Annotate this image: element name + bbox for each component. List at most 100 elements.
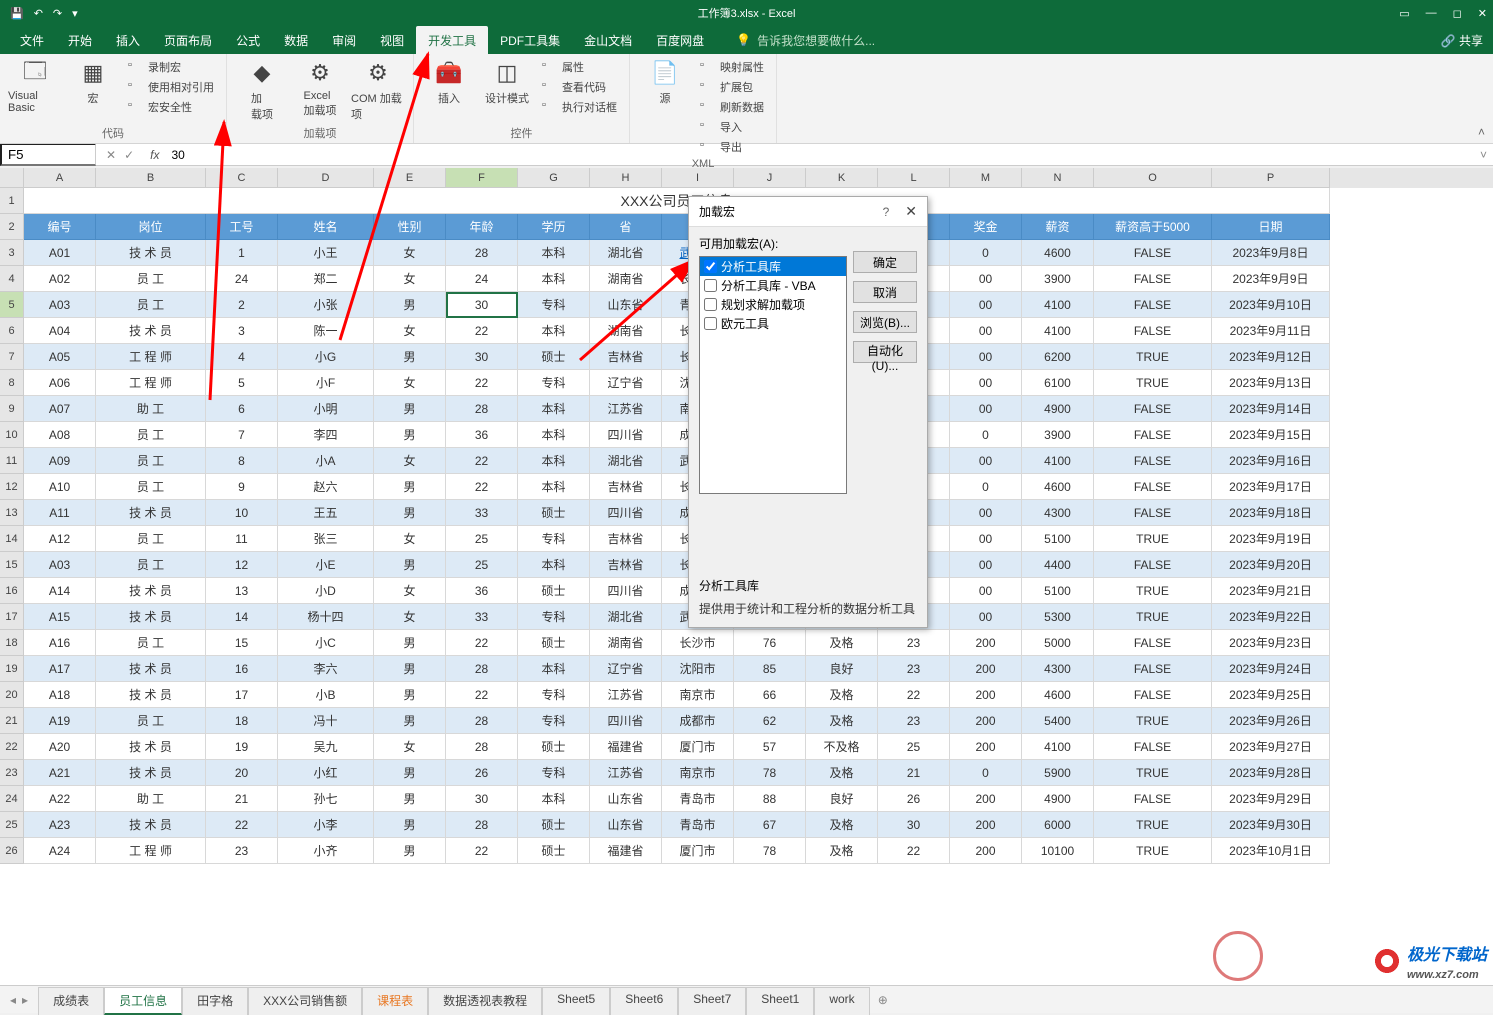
cell[interactable]: 员 工 — [96, 266, 206, 292]
cell[interactable]: 工 程 师 — [96, 344, 206, 370]
cell[interactable]: FALSE — [1094, 656, 1212, 682]
row-header[interactable]: 4 — [0, 266, 24, 292]
cell[interactable]: 吴九 — [278, 734, 374, 760]
cell[interactable]: 技 术 员 — [96, 812, 206, 838]
cell[interactable]: 小B — [278, 682, 374, 708]
fx-icon[interactable]: fx — [144, 148, 165, 162]
cell[interactable]: FALSE — [1094, 292, 1212, 318]
ribbon-source-button[interactable]: 📄源 — [638, 58, 692, 106]
addin-checkbox[interactable] — [704, 317, 717, 330]
ribbon-导入-button[interactable]: ▫导入 — [696, 118, 768, 136]
cell[interactable]: 200 — [950, 734, 1022, 760]
cell[interactable]: 30 — [878, 812, 950, 838]
column-header-E[interactable]: E — [374, 168, 446, 188]
cell[interactable]: A17 — [24, 656, 96, 682]
cell[interactable]: 本科 — [518, 266, 590, 292]
cell[interactable]: 硕士 — [518, 734, 590, 760]
ribbon-宏安全性-button[interactable]: ▫宏安全性 — [124, 98, 218, 116]
cell[interactable]: FALSE — [1094, 786, 1212, 812]
cell[interactable]: 5000 — [1022, 630, 1094, 656]
dialog-确定-button[interactable]: 确定 — [853, 251, 917, 273]
cell[interactable]: A16 — [24, 630, 96, 656]
menu-tab-审阅[interactable]: 审阅 — [320, 26, 368, 55]
addins-listbox[interactable]: 分析工具库分析工具库 - VBA规划求解加载项欧元工具 — [699, 256, 847, 494]
cell[interactable]: 2023年9月18日 — [1212, 500, 1330, 526]
cell[interactable]: 23 — [878, 630, 950, 656]
cell[interactable]: 四川省 — [590, 422, 662, 448]
cell[interactable]: 员 工 — [96, 552, 206, 578]
column-header-D[interactable]: D — [278, 168, 374, 188]
cell[interactable]: 技 术 员 — [96, 604, 206, 630]
row-header[interactable]: 17 — [0, 604, 24, 630]
cell[interactable]: 36 — [446, 422, 518, 448]
row-header[interactable]: 16 — [0, 578, 24, 604]
tell-me-text[interactable]: 告诉我您想要做什么... — [757, 32, 875, 49]
cell[interactable]: FALSE — [1094, 396, 1212, 422]
cell[interactable]: 2023年9月19日 — [1212, 526, 1330, 552]
cell[interactable]: TRUE — [1094, 578, 1212, 604]
cell[interactable]: 女 — [374, 448, 446, 474]
cell[interactable]: 赵六 — [278, 474, 374, 500]
cell[interactable]: 青岛市 — [662, 786, 734, 812]
cell[interactable]: 3900 — [1022, 422, 1094, 448]
cell[interactable]: 28 — [446, 812, 518, 838]
ribbon-insert-ctrl-button[interactable]: 🧰插入 — [422, 58, 476, 106]
cell[interactable]: 成都市 — [662, 708, 734, 734]
cell[interactable]: 陈一 — [278, 318, 374, 344]
cell[interactable]: 小张 — [278, 292, 374, 318]
cell[interactable]: 4400 — [1022, 552, 1094, 578]
cell[interactable]: 2023年9月16日 — [1212, 448, 1330, 474]
row-header[interactable]: 25 — [0, 812, 24, 838]
cell[interactable]: 4600 — [1022, 240, 1094, 266]
cell[interactable]: 24 — [206, 266, 278, 292]
cell[interactable]: 00 — [950, 396, 1022, 422]
cell[interactable]: 00 — [950, 266, 1022, 292]
cell[interactable]: 小明 — [278, 396, 374, 422]
menu-tab-开始[interactable]: 开始 — [56, 26, 104, 55]
cell[interactable]: FALSE — [1094, 500, 1212, 526]
cell[interactable]: 助 工 — [96, 396, 206, 422]
column-header-M[interactable]: M — [950, 168, 1022, 188]
menu-tab-页面布局[interactable]: 页面布局 — [152, 26, 224, 55]
cell[interactable]: 2023年9月14日 — [1212, 396, 1330, 422]
cell[interactable]: A05 — [24, 344, 96, 370]
column-header-G[interactable]: G — [518, 168, 590, 188]
cell[interactable]: 小G — [278, 344, 374, 370]
cell[interactable]: 4600 — [1022, 682, 1094, 708]
column-header-P[interactable]: P — [1212, 168, 1330, 188]
cell[interactable]: 19 — [206, 734, 278, 760]
row-header[interactable]: 13 — [0, 500, 24, 526]
cell[interactable]: 良好 — [806, 786, 878, 812]
cell[interactable]: FALSE — [1094, 474, 1212, 500]
cell[interactable]: 男 — [374, 630, 446, 656]
cell[interactable]: 22 — [446, 318, 518, 344]
cell[interactable]: 2023年9月9日 — [1212, 266, 1330, 292]
cell[interactable]: A18 — [24, 682, 96, 708]
cell[interactable]: 本科 — [518, 422, 590, 448]
cell[interactable]: 本科 — [518, 448, 590, 474]
cell[interactable]: 200 — [950, 630, 1022, 656]
row-header[interactable]: 6 — [0, 318, 24, 344]
cell[interactable]: 及格 — [806, 838, 878, 864]
cell[interactable]: 4100 — [1022, 292, 1094, 318]
cell[interactable]: 性别 — [374, 214, 446, 240]
cell[interactable]: 辽宁省 — [590, 370, 662, 396]
cell[interactable]: TRUE — [1094, 708, 1212, 734]
save-icon[interactable]: 💾 — [10, 7, 24, 20]
cell[interactable]: 18 — [206, 708, 278, 734]
cell[interactable]: 江苏省 — [590, 396, 662, 422]
ribbon-options-icon[interactable]: ▭ — [1399, 7, 1409, 20]
cell[interactable]: 湖南省 — [590, 318, 662, 344]
cell[interactable]: 吉林省 — [590, 344, 662, 370]
row-header[interactable]: 2 — [0, 214, 24, 240]
cell[interactable]: 25 — [446, 526, 518, 552]
cell[interactable]: 0 — [950, 240, 1022, 266]
cell[interactable]: 22 — [446, 682, 518, 708]
cell[interactable]: 学历 — [518, 214, 590, 240]
cell[interactable]: 江苏省 — [590, 682, 662, 708]
cell[interactable]: 工 程 师 — [96, 838, 206, 864]
cell[interactable]: FALSE — [1094, 630, 1212, 656]
cell[interactable]: A04 — [24, 318, 96, 344]
ribbon-com-addins-button[interactable]: ⚙COM 加载项 — [351, 58, 405, 122]
cell[interactable]: 200 — [950, 708, 1022, 734]
